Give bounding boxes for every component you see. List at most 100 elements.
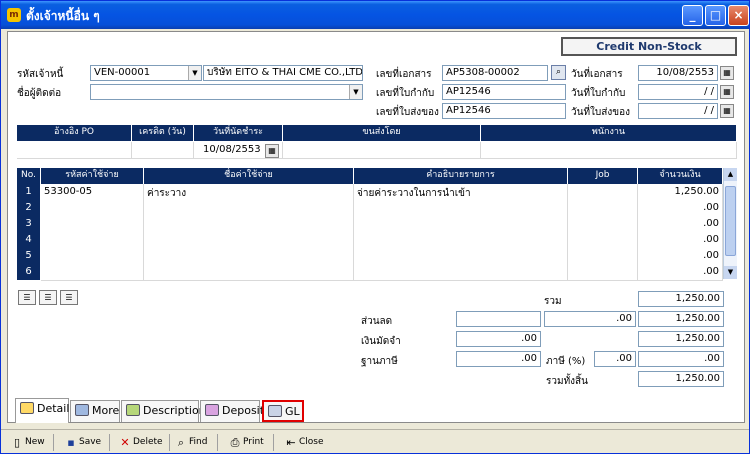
info-header-po: อ้างอิง PO	[17, 125, 132, 141]
line-amount-cell[interactable]: .00	[638, 200, 723, 217]
chevron-up-icon[interactable]: ▲	[724, 168, 737, 181]
line-desc-cell[interactable]	[354, 200, 568, 217]
line-code-cell[interactable]	[41, 264, 144, 281]
calendar-icon[interactable]: ▦	[720, 104, 734, 118]
binoculars-icon[interactable]: ⌕	[551, 65, 566, 80]
vendor-code-field[interactable]: VEN-00001 ▼	[90, 65, 202, 81]
invoice-date-field[interactable]: / /	[638, 84, 718, 100]
scroll-thumb[interactable]	[725, 186, 736, 256]
find-button[interactable]: ⌕ Find	[175, 434, 208, 450]
credit-days-field[interactable]	[132, 142, 194, 159]
line-desc-cell[interactable]: จ่ายค่าระวางในการนำเข้า	[354, 184, 568, 201]
calendar-icon[interactable]: ▦	[720, 66, 734, 80]
tab-description[interactable]: Description	[121, 400, 206, 422]
print-button[interactable]: ⎙ Print	[229, 434, 264, 450]
line-job-cell[interactable]	[568, 184, 638, 201]
calendar-icon[interactable]: ▦	[265, 144, 279, 158]
line-desc-cell[interactable]	[354, 216, 568, 233]
line-job-cell[interactable]	[568, 232, 638, 249]
line-code-cell[interactable]	[41, 216, 144, 233]
delivery-no-field[interactable]: AP12546	[442, 103, 566, 119]
tab-deposit[interactable]: Deposit	[200, 400, 264, 422]
close-button[interactable]: ⇤ Close	[285, 434, 323, 450]
shipper-field[interactable]	[283, 142, 481, 159]
bottom-toolbar: ▯ New ▪ Save ✕ Delete ⌕ Find ⎙ Print ⇤ Close	[1, 429, 749, 453]
tab-gl[interactable]: GL	[262, 400, 304, 422]
line-amount-cell[interactable]: .00	[638, 264, 723, 281]
row-number: 3	[17, 216, 40, 233]
line-job-cell[interactable]	[568, 216, 638, 233]
line-name-cell[interactable]: ค่าระวาง	[144, 184, 354, 201]
minimize-button[interactable]: _	[682, 5, 703, 26]
app-logo-icon: m	[7, 8, 21, 22]
line-amount-cell[interactable]: .00	[638, 248, 723, 265]
line-job-cell[interactable]	[568, 248, 638, 265]
description-icon	[126, 404, 140, 416]
close-window-button[interactable]: ×	[728, 5, 749, 26]
vendor-name-field[interactable]: บริษัท EITO & THAI CME CO.,LTD.	[203, 65, 363, 81]
delete-row-icon[interactable]: ☰	[39, 290, 57, 305]
line-amount-cell[interactable]: .00	[638, 216, 723, 233]
lines-header-desc: คำอธิบายรายการ	[354, 168, 568, 184]
line-code-cell[interactable]	[41, 232, 144, 249]
invoice-no-field[interactable]: AP12546	[442, 84, 566, 100]
line-desc-cell[interactable]	[354, 264, 568, 281]
row-number: 2	[17, 200, 40, 217]
contact-field[interactable]: ▼	[90, 84, 363, 100]
window-title: ตั้งเจ้าหนี้อื่น ๆ	[26, 9, 100, 23]
staff-field[interactable]	[481, 142, 737, 159]
sum-label: รวม	[544, 296, 562, 307]
save-button[interactable]: ▪ Save	[65, 434, 101, 450]
info-header-due-date: วันที่นัดชำระ	[194, 125, 283, 141]
calendar-icon[interactable]: ▦	[720, 85, 734, 99]
delivery-date-label: วันที่ใบส่งของ	[571, 107, 630, 118]
deposit-icon	[205, 404, 219, 416]
discount-input[interactable]	[456, 311, 541, 327]
lines-header-amount: จำนวนเงิน	[638, 168, 723, 184]
line-name-cell[interactable]	[144, 200, 354, 217]
chevron-down-icon[interactable]: ▼	[188, 66, 201, 80]
sum-field: 1,250.00	[638, 291, 724, 307]
po-ref-field[interactable]	[17, 142, 132, 159]
maximize-button[interactable]: □	[705, 5, 726, 26]
lines-header-code: รหัสค่าใช้จ่าย	[41, 168, 144, 184]
tax-pct-label: ภาษี (%)	[546, 356, 586, 367]
line-job-cell[interactable]	[568, 264, 638, 281]
title-bar[interactable]: m ตั้งเจ้าหนี้อื่น ๆ _ □ ×	[1, 1, 749, 29]
delete-x-icon: ✕	[120, 436, 130, 449]
line-name-cell[interactable]	[144, 232, 354, 249]
line-desc-cell[interactable]	[354, 232, 568, 249]
line-name-cell[interactable]	[144, 216, 354, 233]
grand-total-label: รวมทั้งสิ้น	[546, 376, 588, 387]
invoice-date-label: วันที่ใบกำกับ	[571, 88, 626, 99]
line-code-cell[interactable]	[41, 200, 144, 217]
info-header-staff: พนักงาน	[481, 125, 737, 141]
line-name-cell[interactable]	[144, 264, 354, 281]
line-code-cell[interactable]: 53300-05	[41, 184, 144, 201]
line-code-cell[interactable]	[41, 248, 144, 265]
lines-header-no: No.	[17, 168, 41, 184]
tab-more[interactable]: More	[70, 400, 120, 422]
more-icon	[75, 404, 89, 416]
new-button[interactable]: ▯ New	[11, 434, 45, 450]
tab-detail[interactable]: Detail	[15, 398, 69, 423]
invoice-no-label: เลขที่ใบกำกับ	[376, 88, 435, 99]
line-name-cell[interactable]	[144, 248, 354, 265]
tax-base-field[interactable]: .00	[456, 351, 541, 367]
line-amount-cell[interactable]: 1,250.00	[638, 184, 723, 201]
doc-no-field[interactable]: AP5308-00002	[442, 65, 548, 81]
copy-row-icon[interactable]: ☰	[60, 290, 78, 305]
line-amount-cell[interactable]: .00	[638, 232, 723, 249]
chevron-down-icon[interactable]: ▼	[724, 266, 737, 279]
deposit-field[interactable]: .00	[456, 331, 541, 347]
chevron-down-icon[interactable]: ▼	[349, 85, 362, 99]
insert-row-icon[interactable]: ☰	[18, 290, 36, 305]
delete-button[interactable]: ✕ Delete	[119, 434, 162, 450]
tax-pct-field[interactable]: .00	[594, 351, 636, 367]
lines-scrollbar[interactable]: ▲ ▼	[723, 168, 737, 279]
row-number: 1	[17, 184, 40, 201]
doc-date-field[interactable]: 10/08/2553	[638, 65, 718, 81]
line-desc-cell[interactable]	[354, 248, 568, 265]
line-job-cell[interactable]	[568, 200, 638, 217]
delivery-date-field[interactable]: / /	[638, 103, 718, 119]
